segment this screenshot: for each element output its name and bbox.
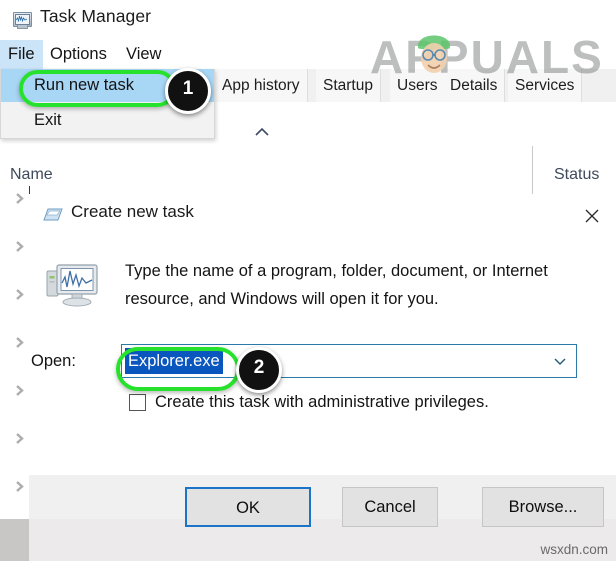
computer-monitor-icon [46, 264, 98, 307]
close-icon[interactable] [581, 205, 603, 227]
dialog-footer: OK Cancel Browse... [29, 475, 616, 527]
open-label: Open: [31, 352, 76, 370]
cancel-button[interactable]: Cancel [342, 487, 438, 527]
row-expand-chevron-icon[interactable] [13, 192, 26, 205]
row-expand-chevron-icon[interactable] [13, 240, 26, 253]
program-name-combobox[interactable]: Explorer.exe [121, 344, 577, 378]
window-title: Task Manager [40, 6, 152, 26]
row-expand-chevron-icon[interactable] [13, 480, 26, 493]
tab-app-history[interactable]: App history [215, 69, 308, 102]
row-expand-chevron-icon[interactable] [13, 384, 26, 397]
chevron-down-icon[interactable] [546, 347, 574, 375]
menu-file[interactable]: File [0, 40, 43, 69]
admin-privileges-checkbox[interactable] [129, 394, 146, 411]
tab-startup[interactable]: Startup [316, 69, 381, 102]
row-expand-chevron-icon[interactable] [13, 336, 26, 349]
create-new-task-dialog: Create new task Type the name of a progr… [29, 194, 616, 527]
tab-users[interactable]: Users [390, 69, 446, 102]
step-badge-2: 2 [236, 347, 282, 393]
browse-button[interactable]: Browse... [482, 487, 604, 527]
tab-services[interactable]: Services [508, 69, 583, 102]
task-manager-icon [12, 9, 32, 29]
menu-options[interactable]: Options [42, 40, 115, 69]
waveform-icon [16, 15, 27, 22]
dialog-description: Type the name of a program, folder, docu… [125, 262, 548, 308]
dialog-title: Create new task [71, 202, 194, 221]
tab-details[interactable]: Details [443, 69, 506, 102]
source-watermark: wsxdn.com [540, 542, 608, 557]
scrollbar-thumb[interactable] [0, 519, 29, 561]
row-expand-chevron-icon[interactable] [13, 432, 26, 445]
dialog-titlebar: Create new task [29, 194, 616, 238]
step-badge-1: 1 [165, 68, 211, 114]
create-task-icon [43, 208, 63, 221]
window-titlebar: Task Manager [0, 0, 616, 40]
column-header-status[interactable]: Status [554, 166, 599, 184]
task-manager-window: Task Manager File Options View App histo… [0, 0, 616, 561]
admin-privileges-label: Create this task with administrative pri… [155, 393, 489, 411]
menu-view[interactable]: View [118, 40, 169, 69]
ok-button[interactable]: OK [185, 487, 311, 527]
row-expand-chevron-icon[interactable] [13, 288, 26, 301]
column-header-name[interactable]: Name [10, 166, 53, 184]
chevron-up-icon[interactable] [253, 126, 271, 138]
menu-bar: File Options View [0, 40, 616, 69]
program-name-input[interactable]: Explorer.exe [125, 348, 223, 374]
dialog-body: Type the name of a program, folder, docu… [29, 237, 616, 475]
